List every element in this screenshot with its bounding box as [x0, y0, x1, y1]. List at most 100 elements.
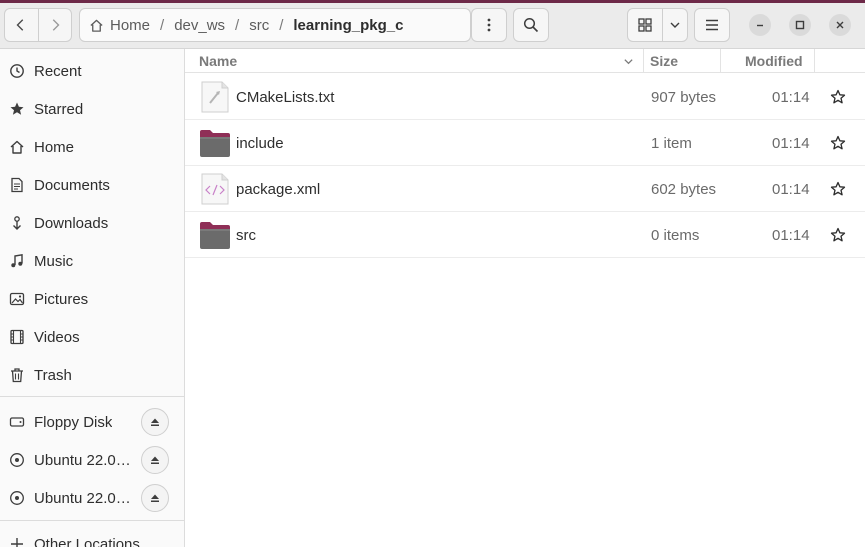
close-icon [836, 21, 844, 29]
sidebar-item-downloads[interactable]: Downloads [0, 204, 184, 242]
sidebar-item-other-locations[interactable]: Other Locations [0, 525, 184, 547]
breadcrumb-src[interactable]: src [249, 17, 269, 34]
picture-icon [9, 291, 25, 307]
back-button[interactable] [5, 9, 38, 41]
breadcrumb-current[interactable]: learning_pkg_c [293, 17, 403, 34]
close-button[interactable] [829, 14, 851, 36]
column-size[interactable]: Size [650, 49, 720, 73]
star-outline-icon[interactable] [830, 89, 846, 105]
file-size: 1 item [651, 134, 692, 152]
plus-icon [9, 536, 25, 547]
view-toggle-group [627, 8, 688, 42]
column-name[interactable]: Name [199, 49, 639, 73]
sidebar-item-label: Documents [34, 176, 110, 194]
clock-icon [9, 63, 25, 79]
file-name: CMakeLists.txt [236, 88, 335, 106]
chevron-down-icon [670, 22, 680, 28]
sort-chevron-down-icon [624, 59, 633, 65]
file-modified: 01:14 [772, 88, 810, 106]
sidebar-item-label: Ubuntu 22.0… [34, 489, 131, 507]
column-divider [643, 49, 644, 73]
sidebar-divider [0, 520, 184, 521]
sidebar-item-recent[interactable]: Recent [0, 52, 184, 90]
home-icon [90, 19, 103, 32]
hamburger-icon [706, 19, 718, 31]
breadcrumb-separator: / [160, 16, 165, 34]
eject-icon [151, 418, 159, 426]
grid-view-button[interactable] [628, 9, 662, 41]
table-row[interactable]: include 1 item 01:14 [185, 120, 865, 166]
path-menu-button[interactable] [471, 8, 507, 42]
maximize-icon [795, 20, 805, 30]
sidebar-item-label: Home [34, 138, 75, 156]
file-size: 0 items [651, 226, 700, 244]
file-name: include [236, 134, 284, 152]
disc-icon [9, 452, 25, 468]
column-header: Name Size Modified [185, 49, 865, 73]
sidebar-item-documents[interactable]: Documents [0, 166, 184, 204]
download-icon [9, 215, 25, 231]
vertical-dots-icon [487, 18, 491, 32]
disc-icon [9, 490, 25, 506]
window-accent-strip [0, 0, 865, 3]
file-name: src [236, 226, 256, 244]
column-name-label: Name [199, 53, 238, 69]
maximize-button[interactable] [789, 14, 811, 36]
sidebar-divider [0, 396, 184, 397]
sidebar-item-label: Pictures [34, 290, 89, 308]
sidebar-item-label: Starred [34, 100, 84, 118]
table-row[interactable]: CMakeLists.txt 907 bytes 01:14 [185, 74, 865, 120]
sidebar-item-label: Trash [34, 366, 72, 384]
eject-button[interactable] [141, 408, 169, 436]
file-modified: 01:14 [772, 134, 810, 152]
home-icon [9, 139, 25, 155]
sidebar-item-label: Downloads [34, 214, 109, 232]
chevron-right-icon [52, 19, 60, 31]
history-nav [4, 8, 72, 42]
minimize-button[interactable] [749, 14, 771, 36]
sidebar-item-trash[interactable]: Trash [0, 356, 184, 394]
column-modified[interactable]: Modified [745, 49, 815, 73]
chevron-left-icon [16, 19, 24, 31]
view-options-button[interactable] [662, 9, 687, 41]
sidebar-item-starred[interactable]: Starred [0, 90, 184, 128]
breadcrumb-dev-ws[interactable]: dev_ws [174, 17, 225, 34]
trash-icon [9, 367, 25, 383]
eject-button[interactable] [141, 446, 169, 474]
sidebar-item-label: Videos [34, 328, 80, 346]
star-icon [9, 101, 25, 117]
grid-view-icon [638, 18, 652, 32]
star-outline-icon[interactable] [830, 227, 846, 243]
sidebar-item-label: Ubuntu 22.0… [34, 451, 131, 469]
sidebar-item-home[interactable]: Home [0, 128, 184, 166]
star-outline-icon[interactable] [830, 135, 846, 151]
file-modified: 01:14 [772, 226, 810, 244]
column-divider [814, 49, 815, 73]
sidebar: Recent Starred Home Documents Downloads … [0, 49, 185, 547]
search-icon [523, 17, 539, 33]
column-modified-label: Modified [745, 53, 803, 69]
eject-button[interactable] [141, 484, 169, 512]
xml-file-icon [201, 173, 229, 205]
file-size: 602 bytes [651, 180, 717, 198]
document-icon [9, 177, 25, 193]
eject-icon [151, 494, 159, 502]
table-row[interactable]: package.xml 602 bytes 01:14 [185, 166, 865, 212]
table-row[interactable]: src 0 items 01:14 [185, 212, 865, 258]
sidebar-item-pictures[interactable]: Pictures [0, 280, 184, 318]
eject-icon [151, 456, 159, 464]
star-outline-icon[interactable] [830, 181, 846, 197]
sidebar-item-label: Other Locations [34, 535, 140, 547]
folder-icon [200, 222, 230, 249]
search-button[interactable] [513, 8, 549, 42]
breadcrumb-label: Home [110, 16, 151, 34]
file-name: package.xml [236, 180, 321, 198]
sidebar-item-music[interactable]: Music [0, 242, 184, 280]
breadcrumb-home[interactable]: Home [89, 17, 150, 34]
header-bar: Home / dev_ws / src / learning_pkg_c [0, 0, 865, 49]
main-menu-button[interactable] [694, 8, 730, 42]
file-list-view: Name Size Modified CMakeLists.txt 907 by… [185, 49, 865, 547]
sidebar-item-label: Music [34, 252, 74, 270]
sidebar-item-videos[interactable]: Videos [0, 318, 184, 356]
forward-button[interactable] [37, 9, 72, 41]
